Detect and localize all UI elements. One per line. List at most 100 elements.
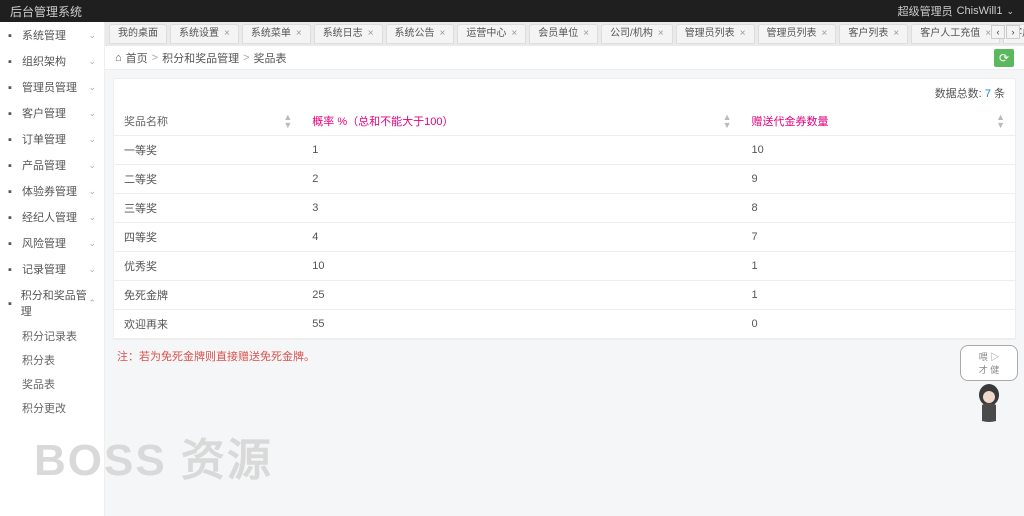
tab-2[interactable]: 系统菜单× <box>242 24 311 44</box>
cell-qty: 10 <box>742 136 1016 165</box>
close-icon[interactable]: × <box>822 24 828 44</box>
sidebar-subitem-3[interactable]: 积分更改 <box>0 396 104 420</box>
home-icon: ⌂ <box>115 52 122 64</box>
refresh-icon: ⟳ <box>999 51 1009 65</box>
tab-5[interactable]: 运营中心× <box>457 24 526 44</box>
mascot[interactable]: 喂 ▷ 才 健 <box>960 345 1018 426</box>
close-icon[interactable]: × <box>296 24 302 44</box>
add-button[interactable]: ⟳ <box>994 49 1014 67</box>
sidebar-item-7[interactable]: ▪经纪人管理⌄ <box>0 204 104 230</box>
sidebar-subitem-0[interactable]: 积分记录表 <box>0 324 104 348</box>
mascot-figure-icon <box>974 383 1004 423</box>
mascot-bubble: 喂 ▷ 才 健 <box>960 345 1018 381</box>
main-area: 我的桌面系统设置×系统菜单×系统日志×系统公告×运营中心×会员单位×公司/机构×… <box>105 22 1024 516</box>
tab-9[interactable]: 管理员列表× <box>758 24 837 44</box>
cell-name: 免死金牌 <box>114 281 302 310</box>
table-row[interactable]: 优秀奖101 <box>114 252 1015 281</box>
cell-rate: 55 <box>302 310 741 339</box>
cell-qty: 1 <box>742 281 1016 310</box>
cell-rate: 10 <box>302 252 741 281</box>
menu-icon: ▪ <box>8 134 18 144</box>
cell-name: 二等奖 <box>114 165 302 194</box>
user-menu[interactable]: 超级管理员 ChisWill1 ⌄ <box>898 3 1014 19</box>
cell-name: 三等奖 <box>114 194 302 223</box>
user-name: ChisWill1 <box>957 5 1003 17</box>
chevron-up-icon: ⌃ <box>88 298 96 309</box>
sidebar-item-0[interactable]: ▪系统管理⌄ <box>0 22 104 48</box>
table-row[interactable]: 免死金牌251 <box>114 281 1015 310</box>
menu-icon: ▪ <box>8 298 17 308</box>
record-count: 数据总数: 7 条 <box>114 79 1015 107</box>
sort-icon[interactable]: ▲▼ <box>723 113 732 129</box>
note-text: 注：若为免死金牌则直接赠送免死金牌。 <box>117 348 1012 364</box>
sidebar-item-8[interactable]: ▪风险管理⌄ <box>0 230 104 256</box>
cell-name: 四等奖 <box>114 223 302 252</box>
close-icon[interactable]: × <box>740 24 746 44</box>
sidebar-item-2[interactable]: ▪管理员管理⌄ <box>0 74 104 100</box>
sidebar-item-3[interactable]: ▪客户管理⌄ <box>0 100 104 126</box>
table-row[interactable]: 三等奖38 <box>114 194 1015 223</box>
tab-6[interactable]: 会员单位× <box>529 24 598 44</box>
col-header-2[interactable]: 赠送代金券数量▲▼ <box>742 107 1016 136</box>
chevron-down-icon: ⌄ <box>88 134 96 145</box>
tabs-scroll-right[interactable]: › <box>1006 25 1020 39</box>
user-role: 超级管理员 <box>898 3 953 19</box>
cell-qty: 7 <box>742 223 1016 252</box>
tab-3[interactable]: 系统日志× <box>314 24 383 44</box>
crumb-sep: > <box>152 52 158 64</box>
chevron-down-icon: ⌄ <box>88 264 96 275</box>
table-row[interactable]: 欢迎再来550 <box>114 310 1015 339</box>
sidebar-item-5[interactable]: ▪产品管理⌄ <box>0 152 104 178</box>
chevron-down-icon: ⌄ <box>1006 6 1014 17</box>
chevron-down-icon: ⌄ <box>88 108 96 119</box>
sidebar-subitem-1[interactable]: 积分表 <box>0 348 104 372</box>
cell-name: 一等奖 <box>114 136 302 165</box>
close-icon[interactable]: × <box>440 24 446 44</box>
sidebar-item-9[interactable]: ▪记录管理⌄ <box>0 256 104 282</box>
sort-icon[interactable]: ▲▼ <box>996 113 1005 129</box>
close-icon[interactable]: × <box>893 24 899 44</box>
chevron-down-icon: ⌄ <box>88 238 96 249</box>
menu-icon: ▪ <box>8 56 18 66</box>
sidebar: ▪系统管理⌄▪组织架构⌄▪管理员管理⌄▪客户管理⌄▪订单管理⌄▪产品管理⌄▪体验… <box>0 22 105 516</box>
tab-1[interactable]: 系统设置× <box>170 24 239 44</box>
menu-icon: ▪ <box>8 186 18 196</box>
chevron-down-icon: ⌄ <box>88 30 96 41</box>
table-row[interactable]: 四等奖47 <box>114 223 1015 252</box>
menu-icon: ▪ <box>8 160 18 170</box>
crumb-section[interactable]: 积分和奖品管理 <box>162 50 239 66</box>
close-icon[interactable]: × <box>658 24 664 44</box>
crumb-home[interactable]: 首页 <box>126 50 148 66</box>
close-icon[interactable]: × <box>511 24 517 44</box>
cell-rate: 2 <box>302 165 741 194</box>
tab-8[interactable]: 管理员列表× <box>676 24 755 44</box>
sidebar-item-10[interactable]: ▪积分和奖品管理⌃ <box>0 282 104 324</box>
sort-icon[interactable]: ▲▼ <box>283 113 292 129</box>
tab-7[interactable]: 公司/机构× <box>601 24 673 44</box>
close-icon[interactable]: × <box>368 24 374 44</box>
breadcrumb-row: ⌂ 首页 > 积分和奖品管理 > 奖品表 ⟳ <box>105 46 1024 70</box>
cell-name: 优秀奖 <box>114 252 302 281</box>
tab-10[interactable]: 客户列表× <box>839 24 908 44</box>
cell-qty: 1 <box>742 252 1016 281</box>
breadcrumb: ⌂ 首页 > 积分和奖品管理 > 奖品表 <box>115 50 287 66</box>
col-header-1[interactable]: 概率 %（总和不能大于100）▲▼ <box>302 107 741 136</box>
tab-11[interactable]: 客户人工充值× <box>911 24 1000 44</box>
sidebar-subitem-2[interactable]: 奖品表 <box>0 372 104 396</box>
tabs-scroll-left[interactable]: ‹ <box>991 25 1005 39</box>
close-icon[interactable]: × <box>224 24 230 44</box>
tab-4[interactable]: 系统公告× <box>386 24 455 44</box>
sidebar-item-1[interactable]: ▪组织架构⌄ <box>0 48 104 74</box>
close-icon[interactable]: × <box>583 24 589 44</box>
sidebar-item-4[interactable]: ▪订单管理⌄ <box>0 126 104 152</box>
cell-rate: 4 <box>302 223 741 252</box>
table-row[interactable]: 二等奖29 <box>114 165 1015 194</box>
cell-rate: 1 <box>302 136 741 165</box>
sidebar-item-6[interactable]: ▪体验券管理⌄ <box>0 178 104 204</box>
chevron-down-icon: ⌄ <box>88 56 96 67</box>
table-row[interactable]: 一等奖110 <box>114 136 1015 165</box>
cell-name: 欢迎再来 <box>114 310 302 339</box>
menu-icon: ▪ <box>8 264 18 274</box>
tab-0[interactable]: 我的桌面 <box>109 24 167 44</box>
col-header-0[interactable]: 奖品名称▲▼ <box>114 107 302 136</box>
